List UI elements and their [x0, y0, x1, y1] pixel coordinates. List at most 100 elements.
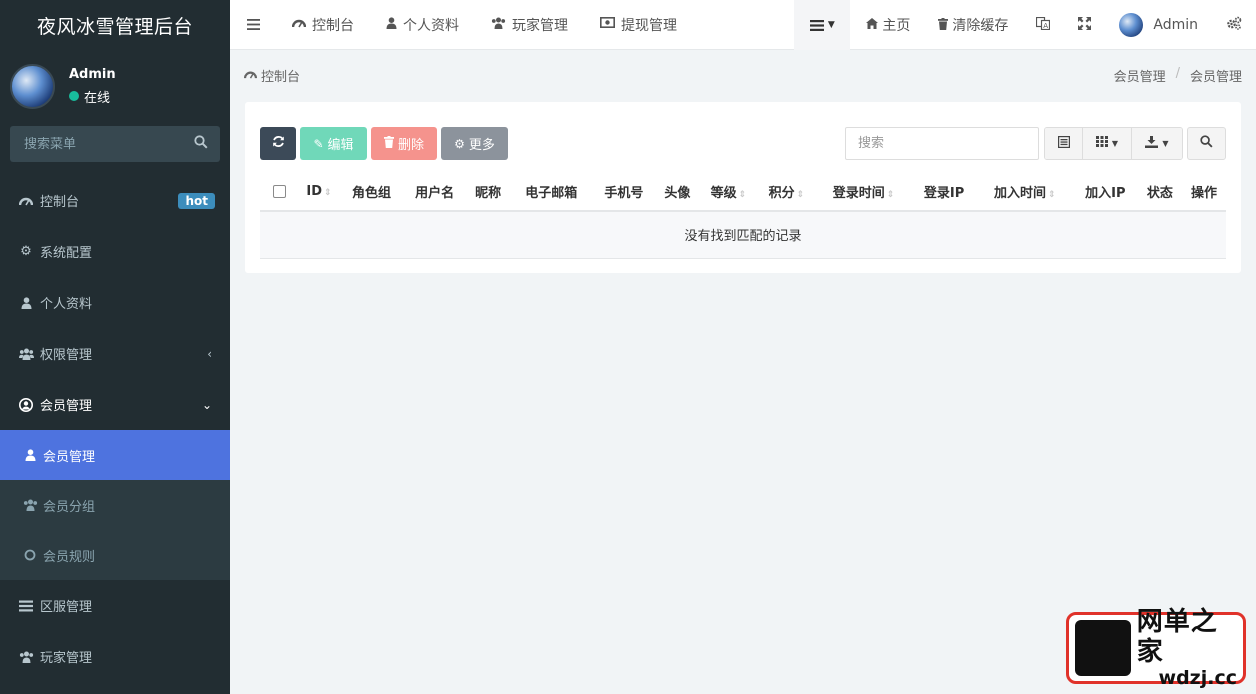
gear-icon: ⚙	[454, 136, 465, 151]
column-label: 用户名	[415, 186, 455, 201]
sort-icon: ⇕	[1047, 190, 1056, 200]
dashboard-icon	[291, 17, 307, 32]
money-icon	[600, 17, 615, 32]
trash-icon	[938, 17, 949, 33]
select-all-cell	[260, 173, 298, 212]
more-label: 更多	[468, 138, 495, 153]
sort-icon: ⇕	[886, 190, 895, 200]
clear-cache-link[interactable]: 清除缓存	[924, 0, 1022, 50]
clear-cache-label: 清除缓存	[952, 18, 1009, 34]
refresh-icon	[272, 135, 285, 152]
status-label: 在线	[84, 90, 111, 106]
tab-profile[interactable]: 个人资料	[370, 0, 475, 50]
navbar-user-name: Admin	[1153, 17, 1198, 33]
user-circle-icon	[18, 397, 34, 412]
submenu-item-member-group[interactable]: 会员分组	[0, 480, 230, 530]
user-menu[interactable]: Admin	[1105, 0, 1212, 50]
sidebar-item-players[interactable]: 玩家管理	[0, 631, 230, 682]
tab-players[interactable]: 玩家管理	[475, 0, 584, 50]
edit-label: 编辑	[327, 138, 354, 153]
watermark-cn: 网单之家	[1136, 607, 1218, 667]
column-header-login-time[interactable]: 登录时间 ⇕	[815, 173, 912, 212]
home-link[interactable]: 主页	[852, 0, 924, 50]
user-name: Admin	[69, 66, 116, 82]
sidebar-item-system-config[interactable]: ⚙ 系统配置	[0, 226, 230, 277]
empty-message: 没有找到匹配的记录	[260, 211, 1226, 259]
sidebar-item-servers[interactable]: 区服管理	[0, 580, 230, 631]
sidebar-item-permissions[interactable]: 权限管理 ‹	[0, 328, 230, 379]
column-header-username: 用户名	[403, 173, 467, 212]
tab-withdraw[interactable]: 提现管理	[584, 0, 693, 50]
brand-title[interactable]: 夜风冰雪管理后台	[0, 0, 230, 50]
toolbar: ✎ 编辑 删除 ⚙ 更多	[260, 127, 508, 160]
sidebar-item-dashboard[interactable]: 控制台 hot	[0, 175, 230, 226]
dashboard-icon	[18, 195, 34, 207]
table-search-input[interactable]	[845, 127, 1039, 160]
columns-button[interactable]: ▼	[1083, 128, 1132, 159]
top-navbar: 控制台 个人资料 玩家管理 提现管理 ▼ 主页 清除缓存 A Admin	[230, 0, 1256, 50]
group-icon	[18, 651, 34, 663]
advanced-search-button[interactable]	[1187, 127, 1226, 160]
group-icon	[491, 17, 506, 33]
column-label: 登录IP	[923, 186, 965, 201]
sidebar-search-input[interactable]	[24, 136, 164, 152]
refresh-button[interactable]	[260, 127, 296, 160]
hot-badge: hot	[178, 192, 215, 209]
tab-label: 提现管理	[621, 17, 677, 34]
breadcrumb-label: 控制台	[261, 69, 301, 85]
edit-button[interactable]: ✎ 编辑	[300, 127, 367, 160]
menu-toggle-icon[interactable]	[230, 0, 276, 50]
language-button[interactable]: A	[1022, 0, 1064, 50]
gear-icon: ⚙	[20, 244, 32, 259]
tab-label: 玩家管理	[512, 17, 568, 34]
column-header-level[interactable]: 等级 ⇕	[699, 173, 758, 212]
expand-icon	[1078, 16, 1092, 34]
column-header-login-ip: 登录IP	[911, 173, 977, 212]
table-view-buttons: ▼ ▼	[1044, 127, 1183, 160]
column-header-score[interactable]: 积分 ⇕	[757, 173, 816, 212]
settings-button[interactable]	[1212, 0, 1256, 50]
caret-down-icon: ▼	[1162, 139, 1169, 148]
fullscreen-button[interactable]	[1064, 0, 1105, 50]
column-header-role-group: 角色组	[340, 173, 404, 212]
sidebar-menu: 控制台 hot ⚙ 系统配置 个人资料 权限管理 ‹ 会员管理 ⌄ 会员管理 会…	[0, 175, 230, 682]
toggle-view-button[interactable]	[1045, 128, 1083, 159]
watermark-en: wdzj.cc	[1158, 667, 1237, 689]
download-icon	[1145, 135, 1159, 152]
column-label: ID	[306, 184, 323, 199]
sidebar-item-profile[interactable]: 个人资料	[0, 277, 230, 328]
sidebar-item-members[interactable]: 会员管理 ⌄	[0, 379, 230, 430]
home-label: 主页	[882, 18, 911, 34]
user-icon	[386, 16, 397, 33]
sidebar-submenu-wrapper: 会员管理 会员分组 会员规则	[0, 430, 230, 580]
export-button[interactable]: ▼	[1132, 128, 1182, 159]
column-header-email: 电子邮箱	[510, 173, 593, 212]
column-header-nickname: 昵称	[466, 173, 511, 212]
sidebar-item-label: 个人资料	[40, 297, 93, 312]
circle-icon	[22, 549, 38, 561]
user-info: Admin 在线	[69, 67, 116, 106]
tab-list-dropdown[interactable]: ▼	[794, 0, 851, 50]
submenu-item-member-manage[interactable]: 会员管理	[0, 430, 230, 480]
breadcrumb-left[interactable]: 控制台	[243, 66, 301, 85]
dashboard-icon	[243, 68, 258, 83]
home-icon	[866, 18, 879, 32]
column-label: 角色组	[352, 186, 392, 201]
more-button[interactable]: ⚙ 更多	[441, 127, 508, 160]
column-label: 头像	[664, 186, 691, 201]
sidebar-item-label: 区服管理	[40, 600, 93, 615]
sidebar-item-label: 会员管理	[40, 399, 93, 414]
column-header-join-time[interactable]: 加入时间 ⇕	[976, 173, 1073, 212]
select-all-checkbox[interactable]	[272, 185, 286, 198]
main-panel: ✎ 编辑 删除 ⚙ 更多 ▼	[245, 102, 1241, 273]
column-label: 加入IP	[1085, 186, 1126, 201]
submenu-item-member-rules[interactable]: 会员规则	[0, 530, 230, 580]
sidebar-item-label: 玩家管理	[40, 651, 93, 666]
delete-button[interactable]: 删除	[371, 127, 437, 160]
column-label: 加入时间	[993, 186, 1046, 201]
tab-dashboard[interactable]: 控制台	[276, 0, 370, 50]
search-icon[interactable]	[194, 135, 208, 153]
navbar-right: ▼ 主页 清除缓存 A Admin	[794, 0, 1256, 50]
column-header-id[interactable]: ID ⇕	[298, 173, 340, 212]
breadcrumb-item[interactable]: 会员管理	[1114, 66, 1166, 85]
